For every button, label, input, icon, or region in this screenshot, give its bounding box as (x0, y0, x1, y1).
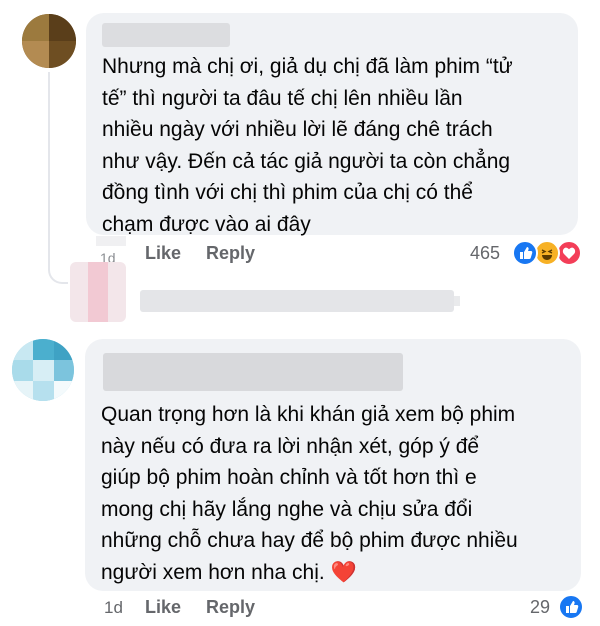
avatar[interactable] (22, 14, 76, 68)
comment-bubble: Quan trọng hơn là khi khán giả xem bộ ph… (85, 339, 581, 591)
avatar[interactable] (12, 339, 74, 401)
reaction-count[interactable]: 465 (470, 243, 500, 264)
like-icon (512, 240, 538, 266)
comment-text: Nhưng mà chị ơi, giả dụ chị đã làm phim … (102, 55, 513, 236)
comment-timestamp[interactable]: 1d (104, 598, 123, 618)
reply-thread-line (48, 72, 68, 284)
reply-button[interactable]: Reply (206, 243, 255, 264)
like-icon (558, 594, 584, 620)
author-name-blurred[interactable] (103, 353, 403, 391)
like-button[interactable]: Like (145, 243, 181, 264)
comment-text: Quan trọng hơn là khi khán giả xem bộ ph… (101, 403, 518, 584)
reply-avatar-blurred[interactable] (70, 262, 126, 322)
like-button[interactable]: Like (145, 597, 181, 618)
comment-bubble: Nhưng mà chị ơi, giả dụ chị đã làm phim … (86, 13, 578, 236)
author-name-blurred[interactable] (102, 23, 230, 47)
reply-preview-blurred[interactable] (140, 290, 454, 312)
reply-preview-blurred-tail (454, 296, 460, 306)
reply-button[interactable]: Reply (206, 597, 255, 618)
reaction-count[interactable]: 29 (530, 597, 550, 618)
heart-emoji: ❤️ (330, 560, 357, 584)
